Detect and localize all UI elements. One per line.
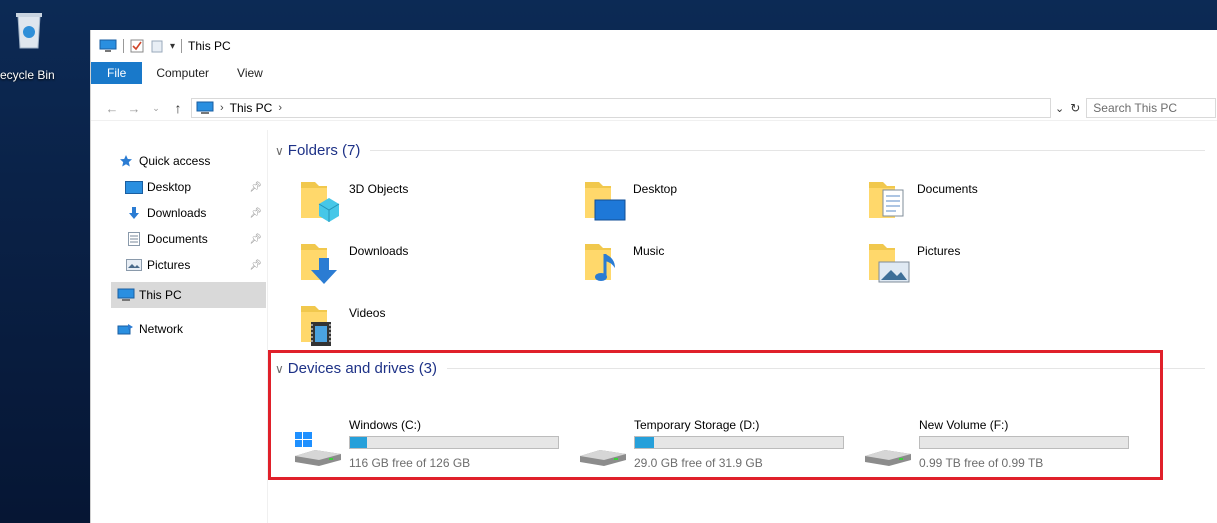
- nav-item-label: Documents: [147, 232, 208, 246]
- back-arrow-icon[interactable]: ←: [101, 101, 123, 116]
- folder-name: Documents: [917, 182, 978, 196]
- new-folder-icon[interactable]: [150, 39, 164, 53]
- nav-item-documents[interactable]: Documents 📌︎: [111, 226, 266, 252]
- folder-name: Desktop: [633, 182, 678, 196]
- folder-documents[interactable]: Documents: [865, 174, 1135, 230]
- customize-toolbar-chevron-icon[interactable]: ▾: [170, 41, 175, 52]
- nav-item-label: Quick access: [139, 154, 211, 168]
- nav-item-label: This PC: [139, 288, 182, 302]
- refresh-icon[interactable]: ↻: [1070, 101, 1080, 115]
- recent-locations-chevron-icon[interactable]: ⌄: [145, 103, 167, 114]
- nav-item-label: Network: [139, 322, 184, 336]
- folder-name: 3D Objects: [349, 182, 409, 196]
- search-input[interactable]: Search This PC: [1086, 98, 1217, 118]
- pictures-folder-icon: [869, 244, 910, 283]
- title-bar: ▾ This PC: [91, 30, 1217, 62]
- downloads-folder-icon: [301, 244, 337, 284]
- document-icon: [125, 232, 143, 246]
- nav-item-desktop[interactable]: Desktop 📌︎: [111, 174, 266, 200]
- folder-pictures[interactable]: Pictures: [865, 236, 1135, 292]
- folder-name: Videos: [349, 306, 386, 320]
- pin-icon[interactable]: 📌︎: [249, 208, 262, 219]
- videos-folder-icon: [301, 306, 331, 346]
- desktop-folder-icon: [585, 182, 626, 221]
- navigation-pane: Quick access Desktop 📌︎ Downloads 📌︎ Doc…: [111, 146, 266, 342]
- ribbon-tabs: File Computer View: [91, 62, 1217, 84]
- address-actions: ⌄ ↻: [1055, 101, 1080, 115]
- computer-icon[interactable]: [99, 39, 117, 53]
- folder-desktop[interactable]: Desktop: [581, 174, 851, 230]
- nav-item-label: Pictures: [147, 258, 191, 272]
- highlight-annotation-box: [268, 350, 1163, 480]
- tab-file[interactable]: File: [91, 62, 143, 84]
- nav-item-label: Desktop: [147, 180, 192, 194]
- toolbar-separator: [181, 39, 183, 53]
- folder-downloads[interactable]: Downloads: [297, 236, 567, 292]
- star-icon: [117, 154, 135, 168]
- up-arrow-icon[interactable]: ↑: [167, 100, 189, 116]
- breadcrumb-chevron-icon[interactable]: ›: [278, 102, 282, 114]
- quick-access-toolbar: ▾: [99, 39, 183, 53]
- group-divider: [370, 150, 1205, 151]
- pin-icon[interactable]: 📌︎: [249, 260, 262, 271]
- folder-name: Music: [633, 244, 665, 258]
- recycle-bin-icon: [16, 13, 42, 49]
- nav-item-network[interactable]: Network: [111, 316, 266, 342]
- computer-icon: [117, 288, 135, 302]
- tab-computer[interactable]: Computer: [142, 62, 223, 84]
- properties-check-icon[interactable]: [130, 39, 144, 53]
- 3d-objects-folder-icon: [301, 182, 340, 222]
- address-dropdown-chevron-icon[interactable]: ⌄: [1055, 102, 1064, 115]
- nav-item-this-pc[interactable]: This PC: [111, 282, 266, 308]
- forward-arrow-icon[interactable]: →: [123, 101, 145, 116]
- documents-folder-icon: [869, 182, 904, 218]
- nav-item-downloads[interactable]: Downloads 📌︎: [111, 200, 266, 226]
- nav-item-quick-access[interactable]: Quick access: [111, 148, 266, 174]
- breadcrumb-this-pc[interactable]: This PC: [230, 101, 273, 115]
- address-bar-row: ← → ⌄ ↑ › This PC › ⌄ ↻ Search This PC: [91, 96, 1217, 121]
- computer-icon: [196, 101, 214, 114]
- folder-3d-objects[interactable]: 3D Objects: [297, 174, 567, 230]
- pin-icon[interactable]: 📌︎: [249, 182, 262, 193]
- folders-group-header[interactable]: ∨ Folders (7): [275, 142, 1205, 159]
- tab-view[interactable]: View: [223, 62, 277, 84]
- collapse-chevron-icon[interactable]: ∨: [275, 144, 284, 158]
- download-arrow-icon: [125, 206, 143, 220]
- nav-item-label: Downloads: [147, 206, 207, 220]
- recycle-bin-label: ecycle Bin: [0, 68, 55, 82]
- toolbar-separator: [123, 39, 124, 53]
- folder-music[interactable]: Music: [581, 236, 851, 292]
- music-folder-icon: [585, 244, 615, 281]
- folder-name: Downloads: [349, 244, 409, 258]
- pin-icon[interactable]: 📌︎: [249, 234, 262, 245]
- network-icon: [117, 322, 135, 336]
- folders-group-title: Folders (7): [287, 142, 361, 159]
- recycle-bin-desktop-icon[interactable]: ecycle Bin: [0, 0, 90, 110]
- window-title: This PC: [188, 39, 231, 53]
- nav-item-pictures[interactable]: Pictures 📌︎: [111, 252, 266, 278]
- desktop-icon: [125, 180, 143, 194]
- folder-videos[interactable]: Videos: [297, 298, 567, 354]
- pictures-icon: [125, 258, 143, 272]
- folder-name: Pictures: [917, 244, 961, 258]
- address-box[interactable]: › This PC ›: [191, 98, 1051, 118]
- breadcrumb-chevron-icon[interactable]: ›: [220, 102, 224, 114]
